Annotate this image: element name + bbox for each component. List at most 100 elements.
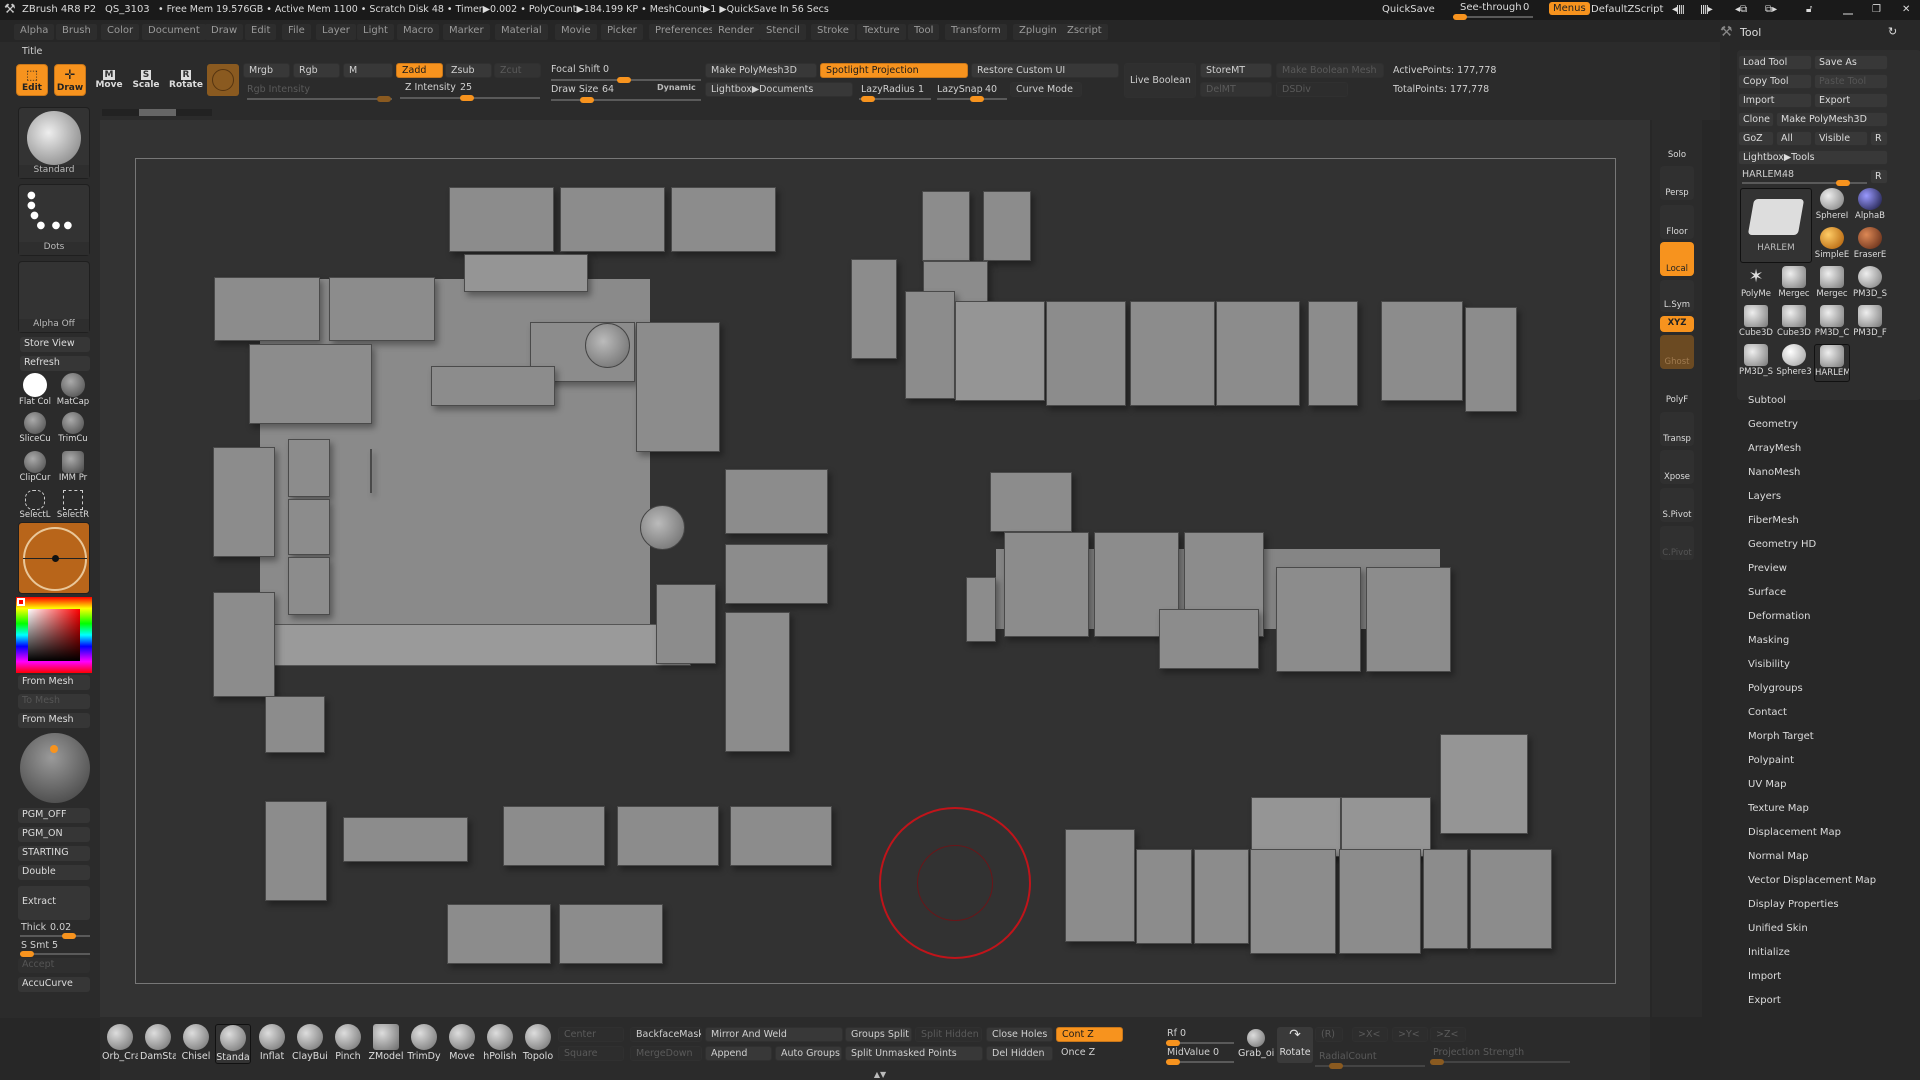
menu-material[interactable]: Material	[495, 24, 548, 40]
lightbox-tools-button[interactable]: Lightbox▶Tools	[1738, 150, 1888, 165]
alpha-thumbnail[interactable]: Alpha Off	[18, 261, 90, 333]
from-mesh-button[interactable]: From Mesh	[18, 675, 90, 690]
menu-zscript[interactable]: Zscript	[1061, 24, 1108, 40]
tool-slider[interactable]	[1742, 180, 1867, 186]
tool-icon-cube3d-1[interactable]: Cube3D	[1738, 305, 1774, 343]
menu-stencil[interactable]: Stencil	[760, 24, 806, 40]
tool-icon-cube3d-2[interactable]: Cube3D	[1776, 305, 1812, 343]
mirror-and-weld-button[interactable]: Mirror And Weld	[705, 1027, 843, 1042]
horizontal-scroll-thumb[interactable]	[139, 109, 176, 116]
lazy-snap-slider[interactable]	[937, 96, 1007, 102]
subpalette-normal-map[interactable]: Normal Map	[1748, 851, 1808, 862]
restore-custom-ui-button[interactable]: Restore Custom UI	[971, 63, 1119, 78]
focal-shift-slider[interactable]	[551, 77, 701, 83]
make-polymesh3d-button[interactable]: Make PolyMesh3D	[705, 63, 817, 78]
tool-icon-merged-1[interactable]: Mergec	[1776, 266, 1812, 304]
make-boolean-mesh-button[interactable]: Make Boolean Mesh	[1276, 63, 1384, 78]
tool-icon-sphere3d[interactable]: Sphere3	[1776, 344, 1812, 382]
midvalue-knob[interactable]	[1166, 1059, 1180, 1065]
paste-tool-button[interactable]: Paste Tool	[1814, 74, 1888, 89]
subpalette-arraymesh[interactable]: ArrayMesh	[1748, 443, 1801, 454]
menu-marker[interactable]: Marker	[443, 24, 490, 40]
slice-curve-tool[interactable]: SliceCu	[17, 412, 53, 444]
focal-shift-knob[interactable]	[617, 77, 631, 83]
projection-strength-knob[interactable]	[1430, 1059, 1444, 1065]
split-unmasked-points-button[interactable]: Split Unmasked Points	[845, 1046, 983, 1061]
ghost-button[interactable]: Ghost	[1660, 335, 1694, 369]
brush-move[interactable]: Move	[444, 1024, 480, 1064]
merge-down-button[interactable]: MergeDown	[630, 1046, 702, 1061]
load-tool-button[interactable]: Load Tool	[1738, 55, 1812, 70]
rgb-intensity-slider[interactable]	[247, 96, 392, 102]
radial-count-knob[interactable]	[1329, 1063, 1343, 1069]
menu-edit[interactable]: Edit	[245, 24, 277, 40]
subpalette-texture-map[interactable]: Texture Map	[1748, 803, 1809, 814]
subpalette-contact[interactable]: Contact	[1748, 707, 1787, 718]
lazy-radius-slider[interactable]	[859, 96, 931, 102]
subpalette-initialize[interactable]: Initialize	[1748, 947, 1790, 958]
center-button[interactable]: Center	[558, 1027, 624, 1042]
live-boolean-button[interactable]: Live Boolean	[1124, 63, 1196, 98]
material-swatch[interactable]	[207, 64, 239, 96]
document-frame[interactable]	[135, 158, 1616, 984]
x-symmetry-button[interactable]: >X<	[1352, 1027, 1388, 1042]
del-hidden-button[interactable]: Del Hidden	[986, 1046, 1053, 1061]
select-lasso-tool[interactable]: SelectL	[17, 490, 53, 520]
goz-r-button[interactable]: R	[1870, 131, 1888, 146]
see-through-slider[interactable]	[1453, 14, 1533, 20]
subpalette-displacement-map[interactable]: Displacement Map	[1748, 827, 1841, 838]
tool-r-button[interactable]: R	[1870, 169, 1888, 184]
menu-macro[interactable]: Macro	[397, 24, 440, 40]
dsdiv-button[interactable]: DSDiv	[1276, 82, 1348, 97]
menu-alpha[interactable]: Alpha	[14, 24, 55, 40]
subpalette-vector-displacement-map[interactable]: Vector Displacement Map	[1748, 875, 1876, 886]
color-swatch-picker[interactable]	[18, 522, 90, 594]
split-hidden-button[interactable]: Split Hidden	[915, 1027, 982, 1042]
subpalette-polypaint[interactable]: Polypaint	[1748, 755, 1794, 766]
xyz-button[interactable]: XYZ	[1660, 316, 1694, 332]
subpalette-subtool[interactable]: Subtool	[1748, 395, 1786, 406]
del-mt-button[interactable]: DelMT	[1200, 82, 1272, 97]
menu-document[interactable]: Document	[142, 24, 206, 40]
brush-trimdynamic[interactable]: TrimDy	[406, 1024, 442, 1064]
select-rect-tool[interactable]: SelectR	[55, 490, 91, 520]
polyframe-button[interactable]: PolyF	[1660, 373, 1694, 407]
radial-r-button[interactable]: (R)	[1315, 1027, 1343, 1042]
close-holes-button[interactable]: Close Holes	[986, 1027, 1053, 1042]
projection-strength-slider[interactable]	[1430, 1059, 1570, 1065]
c-pivot-button[interactable]: C.Pivot	[1660, 526, 1694, 560]
brush-thumbnail[interactable]: Standard	[18, 107, 90, 179]
menu-stroke[interactable]: Stroke	[811, 24, 855, 40]
flat-color-material[interactable]: Flat Col	[17, 373, 53, 407]
menu-picker[interactable]: Picker	[601, 24, 643, 40]
rgb-intensity-knob[interactable]	[377, 96, 391, 102]
color-picker[interactable]	[16, 597, 92, 673]
cont-z-button[interactable]: Cont Z	[1056, 1027, 1123, 1042]
subpalette-masking[interactable]: Masking	[1748, 635, 1789, 646]
subpalette-polygroups[interactable]: Polygroups	[1748, 683, 1803, 694]
scale-button[interactable]: S Scale	[130, 64, 162, 96]
copy-tool-button[interactable]: Copy Tool	[1738, 74, 1812, 89]
palette-reset-icon[interactable]: ↻	[1888, 25, 1897, 38]
brush-zmodeler[interactable]: ZModel	[368, 1024, 404, 1064]
grab-doc-button[interactable]: Grab_oi	[1238, 1025, 1274, 1065]
expand-ui-icon[interactable]: ǀǀǀǀ▸	[1700, 4, 1713, 15]
rf-slider[interactable]	[1166, 1040, 1234, 1046]
subpalette-display-properties[interactable]: Display Properties	[1748, 899, 1839, 910]
to-mesh-button[interactable]: To Mesh	[18, 694, 90, 709]
edit-button[interactable]: ⬚ Edit	[16, 64, 48, 96]
quicksave-button[interactable]: QuickSave	[1382, 4, 1435, 15]
menu-layer[interactable]: Layer	[316, 24, 356, 40]
goz-all-button[interactable]: All	[1776, 131, 1812, 146]
brush-standard[interactable]: Standa	[215, 1024, 251, 1064]
export-button[interactable]: Export	[1814, 93, 1888, 108]
clip-curve-tool[interactable]: ClipCur	[17, 451, 53, 483]
store-mt-button[interactable]: StoreMT	[1200, 63, 1272, 78]
draw-size-slider[interactable]	[551, 97, 701, 103]
s-smt-slider[interactable]	[20, 951, 90, 957]
subpalette-uv-map[interactable]: UV Map	[1748, 779, 1786, 790]
menu-texture[interactable]: Texture	[857, 24, 906, 40]
tool-palette-title[interactable]: Tool	[1740, 26, 1761, 39]
lazy-snap-knob[interactable]	[970, 96, 984, 102]
subpalette-deformation[interactable]: Deformation	[1748, 611, 1810, 622]
